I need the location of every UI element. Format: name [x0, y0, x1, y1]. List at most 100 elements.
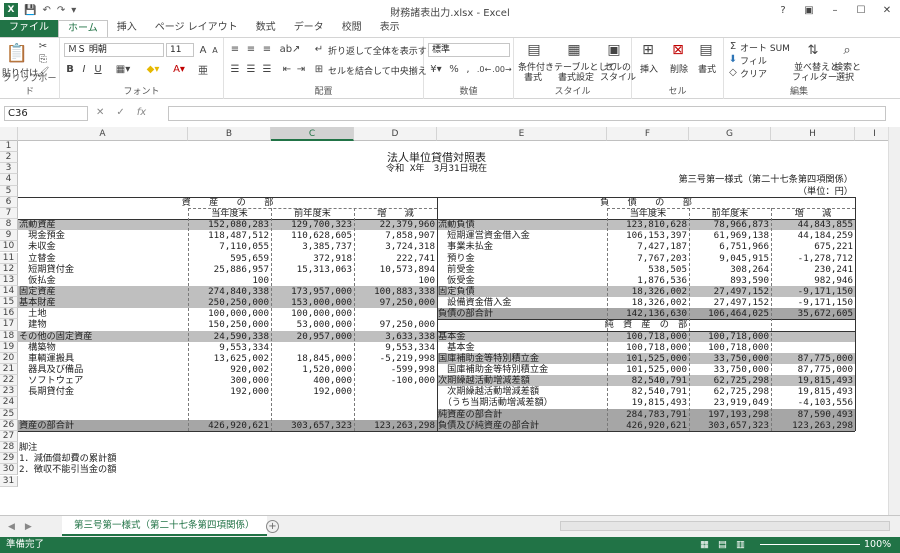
column-header-f[interactable]: F: [607, 127, 689, 141]
row-header-4[interactable]: 4: [0, 174, 18, 186]
orientation-icon[interactable]: ab↗: [280, 42, 301, 56]
format-cells-icon[interactable]: ▤: [696, 41, 716, 59]
column-header-e[interactable]: E: [437, 127, 607, 141]
fill-color-icon[interactable]: ◆▾: [142, 62, 164, 76]
row-header-24[interactable]: 24: [0, 397, 18, 409]
align-left-icon[interactable]: ☰: [228, 62, 242, 76]
row-header-18[interactable]: 18: [0, 330, 18, 342]
wrap-text-icon[interactable]: ↵: [312, 42, 326, 56]
row-header-16[interactable]: 16: [0, 308, 18, 320]
customize-qat-icon[interactable]: ▾: [71, 5, 76, 16]
row-header-14[interactable]: 14: [0, 285, 18, 298]
tab-home[interactable]: ホーム: [58, 20, 108, 37]
formula-input[interactable]: [168, 106, 886, 121]
ribbon-display-button[interactable]: ▣: [796, 0, 822, 20]
autosum-icon[interactable]: Σ: [728, 40, 738, 52]
align-middle-icon[interactable]: ≡: [244, 42, 258, 56]
table-format-button-2[interactable]: 書式設定: [558, 70, 594, 83]
phonetic-icon[interactable]: 亜: [196, 62, 210, 77]
select-all-corner[interactable]: [0, 127, 18, 141]
fill-button[interactable]: フィル: [740, 54, 767, 67]
align-center-icon[interactable]: ☰: [244, 62, 258, 76]
column-header-c[interactable]: C: [271, 127, 354, 141]
insert-cells-button[interactable]: 挿入: [640, 62, 658, 75]
save-icon[interactable]: 💾: [24, 5, 36, 16]
zoom-slider[interactable]: [760, 544, 860, 545]
increase-decimal-icon[interactable]: .0←: [476, 62, 492, 76]
tab-formulas[interactable]: 数式: [247, 20, 285, 37]
decrease-decimal-icon[interactable]: .00→: [492, 62, 511, 76]
autosum-button[interactable]: オート SUM: [740, 41, 790, 54]
cut-icon[interactable]: ✂: [36, 40, 50, 52]
increase-indent-icon[interactable]: ⇥: [294, 62, 308, 76]
add-sheet-icon[interactable]: +: [266, 520, 279, 533]
tab-view[interactable]: 表示: [371, 20, 409, 37]
tab-file[interactable]: ファイル: [0, 20, 58, 37]
row-header-23[interactable]: 23: [0, 386, 18, 398]
find-select-button-2[interactable]: 選択: [836, 70, 854, 83]
redo-icon[interactable]: ↷: [57, 5, 65, 16]
row-header-12[interactable]: 12: [0, 263, 18, 275]
row-header-8[interactable]: 8: [0, 219, 18, 231]
name-box[interactable]: C36: [4, 106, 88, 121]
row-header-17[interactable]: 17: [0, 319, 18, 331]
sheet-tab-active[interactable]: 第三号第一様式（第二十七条第四項関係）: [62, 516, 267, 536]
italic-icon[interactable]: I: [78, 62, 90, 76]
column-header-h[interactable]: H: [771, 127, 855, 141]
row-header-15[interactable]: 15: [0, 297, 18, 309]
row-header-10[interactable]: 10: [0, 241, 18, 253]
borders-icon[interactable]: ▦▾: [112, 62, 134, 76]
undo-icon[interactable]: ↶: [42, 5, 50, 16]
bold-icon[interactable]: B: [64, 62, 76, 76]
row-header-31[interactable]: 31: [0, 475, 18, 487]
row-header-7[interactable]: 7: [0, 207, 18, 220]
clear-button[interactable]: クリア: [740, 67, 767, 80]
normal-view-icon[interactable]: ▦: [700, 537, 709, 553]
font-name-combo[interactable]: ＭＳ 明朝: [64, 43, 164, 57]
align-top-icon[interactable]: ≡: [228, 42, 242, 56]
column-header-i[interactable]: I: [855, 127, 888, 141]
delete-cells-icon[interactable]: ⊠: [668, 41, 688, 59]
number-format-combo[interactable]: 標準: [428, 43, 510, 57]
clear-icon[interactable]: ◇: [728, 66, 738, 78]
row-header-22[interactable]: 22: [0, 375, 18, 387]
minimize-button[interactable]: –: [822, 0, 848, 20]
row-header-5[interactable]: 5: [0, 185, 18, 197]
decrease-font-icon[interactable]: A: [210, 43, 220, 57]
row-header-3[interactable]: 3: [0, 163, 18, 175]
increase-font-icon[interactable]: A: [198, 43, 208, 57]
wrap-text-button[interactable]: 折り返して全体を表示する: [328, 44, 436, 57]
confirm-entry-icon[interactable]: ✓: [116, 107, 124, 118]
horizontal-scrollbar[interactable]: [560, 521, 890, 531]
row-header-26[interactable]: 26: [0, 419, 18, 431]
merge-center-button[interactable]: セルを結合して中央揃え: [328, 64, 427, 77]
row-header-29[interactable]: 29: [0, 453, 18, 465]
row-header-20[interactable]: 20: [0, 352, 18, 364]
cell-styles-icon[interactable]: ▣: [604, 41, 624, 59]
maximize-button[interactable]: ☐: [848, 0, 874, 20]
column-header-b[interactable]: B: [188, 127, 271, 141]
percent-icon[interactable]: %: [448, 62, 460, 76]
sheet-prev-icon[interactable]: ◀: [8, 522, 15, 532]
tab-data[interactable]: データ: [285, 20, 333, 37]
decrease-indent-icon[interactable]: ⇤: [280, 62, 294, 76]
delete-cells-button[interactable]: 削除: [670, 62, 688, 75]
insert-cells-icon[interactable]: ⊞: [638, 41, 658, 59]
row-header-9[interactable]: 9: [0, 230, 18, 242]
conditional-format-button-2[interactable]: 書式: [524, 70, 542, 83]
comma-icon[interactable]: ,: [462, 62, 474, 76]
column-header-a[interactable]: A: [18, 127, 188, 141]
row-header-19[interactable]: 19: [0, 341, 18, 353]
tab-insert[interactable]: 挿入: [108, 20, 146, 37]
conditional-format-icon[interactable]: ▤: [524, 41, 544, 59]
tab-page-layout[interactable]: ページ レイアウト: [146, 20, 247, 37]
help-button[interactable]: ?: [770, 0, 796, 20]
row-header-21[interactable]: 21: [0, 364, 18, 376]
row-header-27[interactable]: 27: [0, 430, 18, 443]
row-header-30[interactable]: 30: [0, 464, 18, 476]
align-right-icon[interactable]: ☰: [260, 62, 274, 76]
merge-icon[interactable]: ⊞: [312, 62, 326, 76]
insert-function-icon[interactable]: fx: [137, 107, 146, 118]
sheet-next-icon[interactable]: ▶: [25, 522, 32, 532]
row-header-6[interactable]: 6: [0, 196, 18, 208]
